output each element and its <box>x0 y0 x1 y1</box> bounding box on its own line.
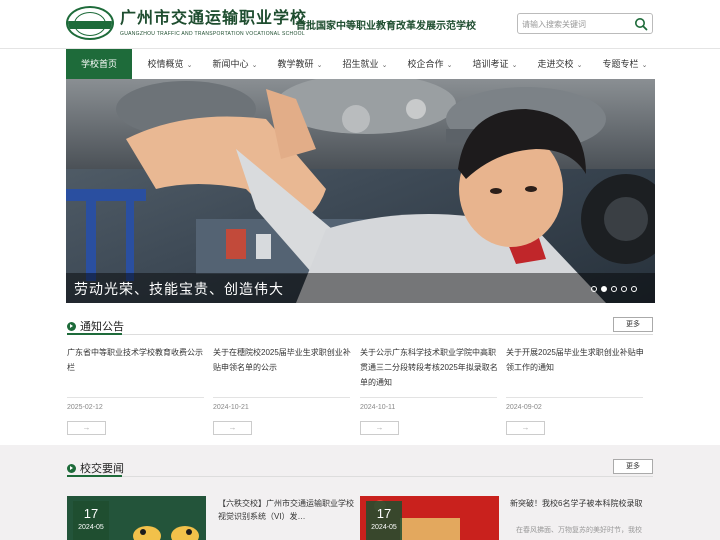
chevron-down-icon: ⌄ <box>641 62 648 69</box>
arrow-right-icon[interactable]: → <box>506 421 545 435</box>
chevron-down-icon: ⌄ <box>186 62 193 69</box>
hero-banner[interactable]: 劳动光荣、技能宝贵、创造伟大 <box>66 79 655 303</box>
nav-item-overview[interactable]: 校情概览 ⌄ <box>142 49 198 80</box>
nav-item-teaching[interactable]: 教学教研 ⌄ <box>272 49 328 80</box>
nav-item-admissions[interactable]: 招生就业 ⌄ <box>337 49 393 80</box>
nav-item-training[interactable]: 培训考证 ⌄ <box>467 49 523 80</box>
banner-photo <box>66 79 655 303</box>
site-header: 广州市交通运输职业学校 GUANGZHOU TRAFFIC AND TRANSP… <box>0 0 720 48</box>
search-icon[interactable] <box>634 17 648 31</box>
banner-pagination <box>587 286 637 292</box>
notice-date: 2024-10-11 <box>360 404 396 411</box>
banner-caption: 劳动光荣、技能宝贵、创造伟大 <box>74 281 284 297</box>
notice-item[interactable]: 关于开展2025届毕业生求职创业补贴申领工作的通知 2024-09-02 → <box>506 345 644 435</box>
notice-title[interactable]: 广东省中等职业技术学校教育收费公示栏 <box>67 345 205 395</box>
notice-date: 2025-02-12 <box>67 404 103 411</box>
news-image[interactable]: 17 2024-05 <box>360 496 499 540</box>
news-date-badge: 17 2024-05 <box>73 501 109 540</box>
banner-dot[interactable] <box>601 286 607 292</box>
school-logo[interactable]: 广州市交通运输职业学校 GUANGZHOU TRAFFIC AND TRANSP… <box>66 6 307 40</box>
chevron-down-icon: ⌄ <box>511 62 518 69</box>
notices-title: 通知公告 <box>67 318 124 334</box>
school-name: 广州市交通运输职业学校 <box>120 9 308 27</box>
nav-item-topics[interactable]: 专题专栏 ⌄ <box>597 49 653 80</box>
nav-item-news-center[interactable]: 新闻中心 ⌄ <box>207 49 263 80</box>
search-input[interactable] <box>522 16 630 32</box>
chevron-down-icon: ⌄ <box>446 62 453 69</box>
search-box <box>517 13 653 34</box>
notice-title[interactable]: 关于在穗院校2025届毕业生求职创业补贴申领名单的公示 <box>213 345 351 395</box>
banner-dot[interactable] <box>611 286 617 292</box>
banner-dot[interactable] <box>631 286 637 292</box>
notice-item[interactable]: 广东省中等职业技术学校教育收费公示栏 2025-02-12 → <box>67 345 205 435</box>
news-date-badge: 17 2024-05 <box>366 501 402 540</box>
banner-dot[interactable] <box>591 286 597 292</box>
nav-item-home[interactable]: 学校首页 <box>66 49 132 80</box>
chevron-down-icon: ⌄ <box>251 62 258 69</box>
nav-item-about[interactable]: 走进交校 ⌄ <box>532 49 588 80</box>
news-title: 校交要闻 <box>67 460 124 476</box>
notice-title[interactable]: 关于公示广东科学技术职业学院中高职贯通三二分段转段考核2025年拟录取名单的通知 <box>360 345 498 395</box>
notice-item[interactable]: 关于在穗院校2025届毕业生求职创业补贴申领名单的公示 2024-10-21 → <box>213 345 351 435</box>
notice-date: 2024-09-02 <box>506 404 542 411</box>
notice-title[interactable]: 关于开展2025届毕业生求职创业补贴申领工作的通知 <box>506 345 644 395</box>
chevron-down-icon: ⌄ <box>316 62 323 69</box>
main-nav: 学校首页 校情概览 ⌄ 新闻中心 ⌄ 教学教研 ⌄ 招生就业 ⌄ 校企合作 ⌄ 培训考证 ⌄… <box>0 48 720 80</box>
banner-dot[interactable] <box>621 286 627 292</box>
school-emblem-icon <box>66 6 114 40</box>
section-bullet-icon <box>67 463 76 473</box>
notice-date: 2024-10-21 <box>213 404 249 411</box>
notice-item[interactable]: 关于公示广东科学技术职业学院中高职贯通三二分段转段考核2025年拟录取名单的通知… <box>360 345 498 435</box>
news-headline[interactable]: 【六秩交校】广州市交通运输职业学校视觉识别系统（VI）发… <box>218 497 356 523</box>
chevron-down-icon: ⌄ <box>381 62 388 69</box>
section-bullet-icon <box>67 321 76 331</box>
news-summary: 在春风拂面、万物复苏的美好时节，我校 <box>516 527 642 534</box>
school-slogan: 首批国家中等职业教育改革发展示范学校 <box>296 21 476 32</box>
nav-item-cooperation[interactable]: 校企合作 ⌄ <box>402 49 458 80</box>
arrow-right-icon[interactable]: → <box>67 421 106 435</box>
news-headline[interactable]: 新突破！我校6名学子被本科院校录取 <box>510 497 655 510</box>
arrow-right-icon[interactable]: → <box>213 421 252 435</box>
arrow-right-icon[interactable]: → <box>360 421 399 435</box>
news-more-button[interactable]: 更多 <box>613 459 653 474</box>
notices-more-button[interactable]: 更多 <box>613 317 653 332</box>
school-name-en: GUANGZHOU TRAFFIC AND TRANSPORTATION VOC… <box>120 30 305 37</box>
chevron-down-icon: ⌄ <box>576 62 583 69</box>
news-image[interactable]: 17 2024-05 <box>67 496 206 540</box>
